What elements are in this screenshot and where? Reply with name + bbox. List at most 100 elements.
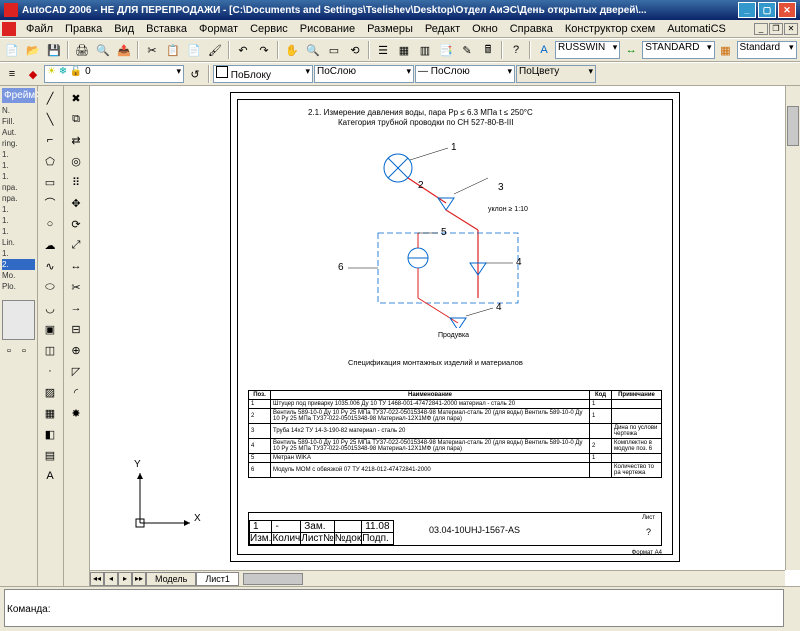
hatch-button[interactable]: ▨	[40, 382, 60, 402]
menu-automatics[interactable]: AutomatiCS	[661, 21, 732, 37]
menu-view[interactable]: Вид	[108, 21, 140, 37]
preview-button[interactable]: 🔍	[93, 40, 113, 60]
tab-layout1[interactable]: Лист1	[196, 572, 239, 586]
trim-button[interactable]: ✂	[66, 277, 86, 297]
list-item[interactable]: пра.	[2, 193, 35, 204]
menu-format[interactable]: Формат	[193, 21, 244, 37]
scale-button[interactable]: ⤢	[66, 235, 86, 255]
toolpalette-button[interactable]: ▥	[415, 40, 435, 60]
paste-button[interactable]: 📄	[184, 40, 204, 60]
layerstate-button[interactable]: ◆	[23, 64, 43, 84]
help-button[interactable]: ?	[506, 40, 526, 60]
extend-button[interactable]: →	[66, 298, 86, 318]
menu-help[interactable]: Справка	[504, 21, 559, 37]
layerprev-button[interactable]: ↺	[185, 64, 205, 84]
point-button[interactable]: ·	[40, 361, 60, 381]
menu-tools[interactable]: Сервис	[244, 21, 294, 37]
linetype-dropdown[interactable]: ПоСлою	[314, 65, 414, 83]
erase-button[interactable]: ✖	[66, 88, 86, 108]
pline-button[interactable]: ⌐	[40, 130, 60, 150]
undo-button[interactable]: ↶	[233, 40, 253, 60]
menu-dimension[interactable]: Размеры	[361, 21, 419, 37]
list-item[interactable]: пра.	[2, 182, 35, 193]
minimize-button[interactable]: _	[738, 2, 756, 18]
menu-modify[interactable]: Редакт	[419, 21, 466, 37]
menu-schemeconstructor[interactable]: Конструктор схем	[559, 21, 661, 37]
command-line-input[interactable]: Команда:	[4, 589, 784, 627]
gradient-button[interactable]: ▦	[40, 403, 60, 423]
list-item[interactable]: ring.	[2, 138, 35, 149]
tab-nav-prev[interactable]: ◂	[104, 572, 118, 586]
layermgr-button[interactable]: ≡	[2, 64, 22, 84]
explode-button[interactable]: ✸	[66, 403, 86, 423]
join-button[interactable]: ⊕	[66, 340, 86, 360]
list-item[interactable]: 1.	[2, 171, 35, 182]
markup-button[interactable]: ✎	[457, 40, 477, 60]
ellipse-button[interactable]: ⬭	[40, 277, 60, 297]
designcenter-button[interactable]: ▦	[394, 40, 414, 60]
break-button[interactable]: ⊟	[66, 319, 86, 339]
rectangle-button[interactable]: ▭	[40, 172, 60, 192]
zoomprev-button[interactable]: ⟲	[345, 40, 365, 60]
new-button[interactable]: 📄	[2, 40, 22, 60]
array-button[interactable]: ⠿	[66, 172, 86, 192]
rotate-button[interactable]: ⟳	[66, 214, 86, 234]
mdi-restore-button[interactable]: ❐	[769, 23, 783, 35]
close-button[interactable]: ✕	[778, 2, 796, 18]
publish-button[interactable]: 📤	[114, 40, 134, 60]
textstyle-icon[interactable]: A	[534, 40, 554, 60]
scrollbar-thumb-h[interactable]	[243, 573, 303, 585]
list-item[interactable]: 1.	[2, 226, 35, 237]
sheetset-button[interactable]: 📑	[436, 40, 456, 60]
tablestyle-dropdown[interactable]: Standard	[737, 41, 797, 59]
list-item[interactable]: 1.	[2, 160, 35, 171]
zoomwin-button[interactable]: ▭	[324, 40, 344, 60]
textstyle-dropdown[interactable]: RUSSWIN	[555, 41, 620, 59]
dimstyle-dropdown[interactable]: STANDARD	[642, 41, 714, 59]
arc-button[interactable]: ⌒	[40, 193, 60, 213]
list-item[interactable]: N.	[2, 105, 35, 116]
list-item[interactable]: Aut.	[2, 127, 35, 138]
zoom-button[interactable]: 🔍	[303, 40, 323, 60]
chamfer-button[interactable]: ◸	[66, 361, 86, 381]
tablestyle-icon[interactable]: ▦	[716, 40, 736, 60]
lineweight-dropdown[interactable]: — ПоСлою	[415, 65, 515, 83]
dimstyle-icon[interactable]: ↔	[621, 40, 641, 60]
list-item[interactable]: 1.	[2, 204, 35, 215]
list-item[interactable]: 2.	[2, 259, 35, 270]
color-dropdown[interactable]: ПоБлоку	[213, 65, 313, 83]
mdi-minimize-button[interactable]: _	[754, 23, 768, 35]
copy-button[interactable]: 📋	[163, 40, 183, 60]
mtext-button[interactable]: A	[40, 466, 60, 486]
list-item[interactable]: Mo.	[2, 270, 35, 281]
region-button[interactable]: ◧	[40, 424, 60, 444]
line-button[interactable]: ╱	[40, 88, 60, 108]
open-button[interactable]: 📂	[23, 40, 43, 60]
menu-window[interactable]: Окно	[466, 21, 504, 37]
maximize-button[interactable]: ▢	[758, 2, 776, 18]
cut-button[interactable]: ✂	[142, 40, 162, 60]
xline-button[interactable]: ╲	[40, 109, 60, 129]
move-button[interactable]: ✥	[66, 193, 86, 213]
tab-nav-last[interactable]: ▸▸	[132, 572, 146, 586]
list-item[interactable]: 1.	[2, 149, 35, 160]
insertblock-button[interactable]: ▣	[40, 319, 60, 339]
menu-file[interactable]: Файл	[20, 21, 59, 37]
offset-button[interactable]: ◎	[66, 151, 86, 171]
save-button[interactable]: 💾	[44, 40, 64, 60]
list-item[interactable]: Fill.	[2, 116, 35, 127]
mirror-button[interactable]: ⇄	[66, 130, 86, 150]
list-item[interactable]: Lin.	[2, 237, 35, 248]
circle-button[interactable]: ○	[40, 214, 60, 234]
polygon-button[interactable]: ⬠	[40, 151, 60, 171]
matchprop-button[interactable]: 🖌	[205, 40, 225, 60]
stretch-button[interactable]: ↔	[66, 256, 86, 276]
table-button[interactable]: ▤	[40, 445, 60, 465]
copyobj-button[interactable]: ⧉	[66, 109, 86, 129]
tab-nav-first[interactable]: ◂◂	[90, 572, 104, 586]
redo-button[interactable]: ↷	[254, 40, 274, 60]
drawing-canvas[interactable]: X Y 2.1. Измерение давления воды, пара Р…	[90, 86, 800, 586]
fillet-button[interactable]: ◜	[66, 382, 86, 402]
mdi-close-button[interactable]: ✕	[784, 23, 798, 35]
calculator-button[interactable]: 🖩	[478, 40, 498, 60]
